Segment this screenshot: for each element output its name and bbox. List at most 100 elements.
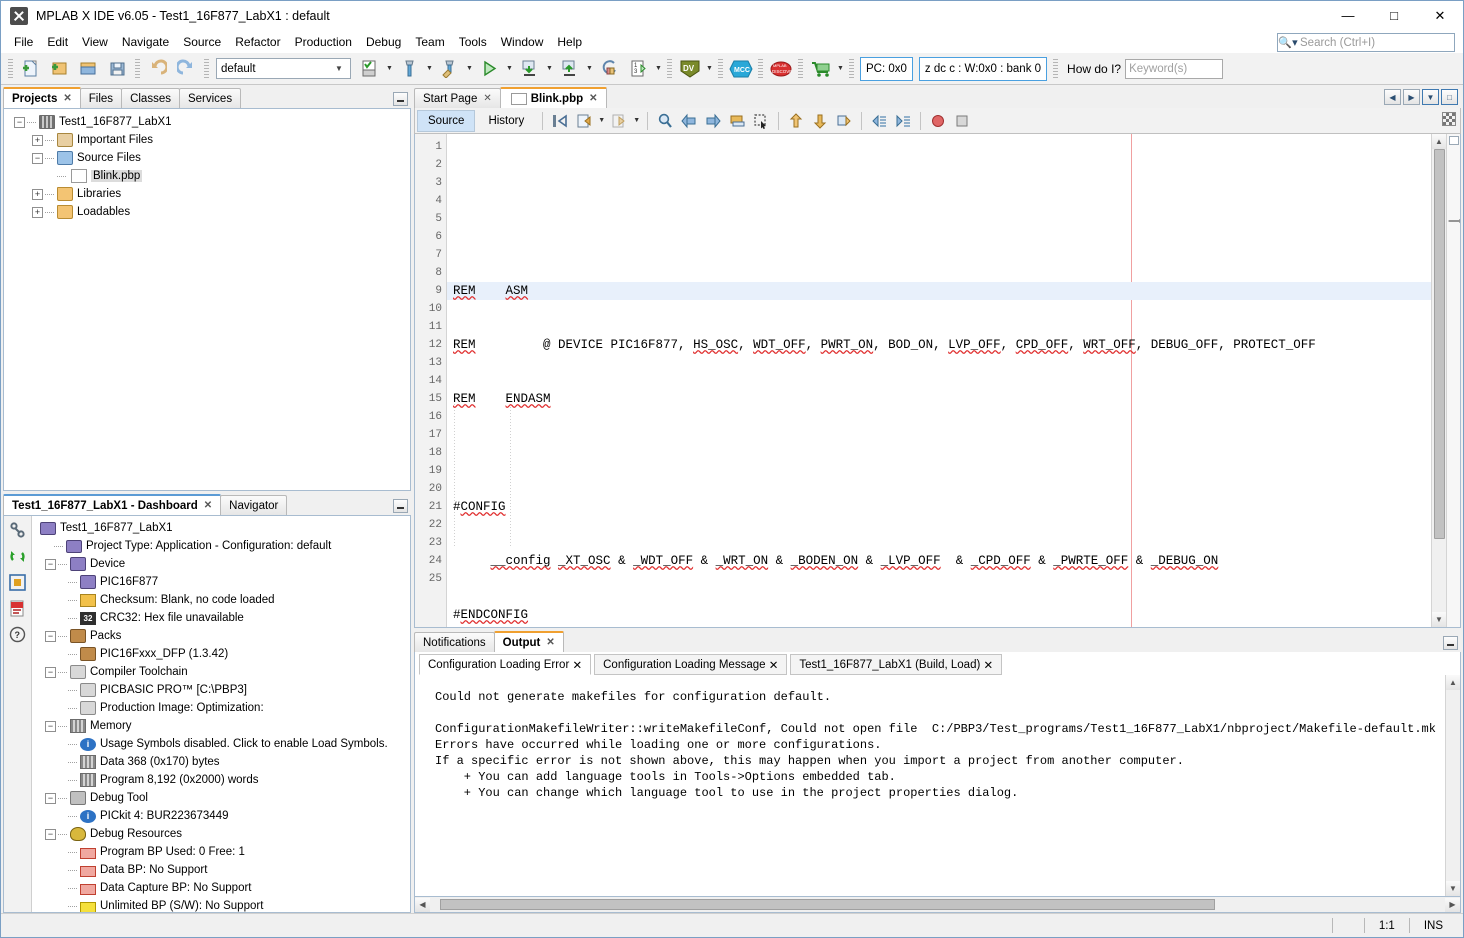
scroll-right-arrow[interactable]: ▶ <box>1445 898 1460 912</box>
expander-toolchain[interactable]: − <box>45 667 56 678</box>
tab-output-close-icon[interactable]: ✕ <box>546 637 554 648</box>
menu-view[interactable]: View <box>75 33 115 51</box>
grid-toggle-icon[interactable] <box>1442 112 1456 126</box>
clean-dropdown-caret[interactable]: ▼ <box>464 56 475 82</box>
menu-help[interactable]: Help <box>550 33 589 51</box>
expander-source-files[interactable]: − <box>32 153 43 164</box>
tab-output[interactable]: Output ✕ <box>494 631 564 652</box>
tab-blink-pbp[interactable]: Blink.pbp ✕ <box>500 87 607 108</box>
build-dropdown-caret[interactable]: ▼ <box>384 56 395 82</box>
maximize-editor-button[interactable]: □ <box>1441 89 1458 105</box>
expander-libraries[interactable]: + <box>32 189 43 200</box>
tab-dashboard[interactable]: Test1_16F877_LabX1 - Dashboard ✕ <box>3 494 221 515</box>
insert-mode-indicator[interactable]: INS <box>1409 918 1457 933</box>
dash-node-debug-tool[interactable]: − Debug Tool <box>32 789 410 807</box>
maximize-button[interactable]: □ <box>1371 1 1417 31</box>
previous-bookmark-button[interactable] <box>677 110 701 132</box>
annotation-mark[interactable] <box>1449 136 1459 145</box>
next-error-button[interactable] <box>808 110 832 132</box>
expander-device[interactable]: − <box>45 559 56 570</box>
editor-vertical-scrollbar[interactable]: ▲ ▼ <box>1431 134 1446 627</box>
shift-left-button[interactable] <box>867 110 891 132</box>
toolbar-grip-6[interactable] <box>758 59 763 79</box>
dash-node-program-words[interactable]: Program 8,192 (0x2000) words <box>32 771 410 789</box>
set-configuration-bits-button[interactable]: 13 <box>624 56 653 82</box>
output-body[interactable]: Could not generate makefiles for configu… <box>414 675 1461 897</box>
forward-dropdown-caret[interactable]: ▼ <box>631 108 642 134</box>
configbits-dropdown-caret[interactable]: ▼ <box>653 56 664 82</box>
dash-node-device[interactable]: − Device <box>32 555 410 573</box>
global-search-box[interactable]: 🔍▾ Search (Ctrl+I) <box>1277 33 1455 52</box>
dash-node-project-type[interactable]: Project Type: Application - Configuratio… <box>32 537 410 555</box>
output-scroll-down-arrow[interactable]: ▼ <box>1446 881 1461 896</box>
new-file-button[interactable] <box>16 56 45 82</box>
back-button[interactable] <box>572 110 596 132</box>
mcc-code-configurator-button[interactable]: MCC <box>726 56 755 82</box>
expander-project[interactable]: − <box>14 117 25 128</box>
tree-node-important-files[interactable]: + Important Files <box>4 131 410 149</box>
menu-navigate[interactable]: Navigate <box>115 33 176 51</box>
debug-project-button[interactable] <box>515 56 544 82</box>
subtab-close-icon[interactable]: ✕ <box>766 658 779 672</box>
tree-node-libraries[interactable]: + Libraries <box>4 185 410 203</box>
toolbar-grip-2[interactable] <box>135 59 140 79</box>
expander-packs[interactable]: − <box>45 631 56 642</box>
keyword-search-input[interactable]: Keyword(s) <box>1125 59 1223 79</box>
last-edit-button[interactable] <box>548 110 572 132</box>
dash-node-device-part[interactable]: PIC16F877 <box>32 573 410 591</box>
scroll-left-arrow[interactable]: ◀ <box>415 898 430 912</box>
reset-dropdown-caret[interactable]: ▼ <box>584 56 595 82</box>
toggle-bookmark-button[interactable] <box>725 110 749 132</box>
dv-dropdown-caret[interactable]: ▼ <box>704 56 715 82</box>
configuration-combo[interactable]: default ▼ <box>216 58 351 79</box>
projects-minimize-button[interactable] <box>393 92 408 106</box>
debug-dropdown-caret[interactable]: ▼ <box>544 56 555 82</box>
clean-and-build-button[interactable] <box>395 56 424 82</box>
menu-refactor[interactable]: Refactor <box>228 33 287 51</box>
scroll-down-arrow[interactable]: ▼ <box>1432 612 1447 627</box>
dash-node-pack-dfp[interactable]: PIC16Fxxx_DFP (1.3.42) <box>32 645 410 663</box>
tab-notifications[interactable]: Notifications <box>414 632 495 652</box>
toolbar-grip[interactable] <box>8 59 13 79</box>
dash-node-pickit4[interactable]: i PICkit 4: BUR223673449 <box>32 807 410 825</box>
tree-node-blink-pbp[interactable]: Blink.pbp <box>4 167 410 185</box>
status-register-display[interactable]: z dc c : W:0x0 : bank 0 <box>919 57 1047 81</box>
new-project-button[interactable] <box>45 56 74 82</box>
rectangular-selection-button[interactable] <box>749 110 773 132</box>
toolbar-grip-5[interactable] <box>718 59 723 79</box>
editor-view-source[interactable]: Source <box>417 110 475 132</box>
tab-start-page-close-icon[interactable]: ✕ <box>483 93 491 104</box>
scroll-up-arrow[interactable]: ▲ <box>1432 134 1447 149</box>
subtab-configuration-loading-error[interactable]: Configuration Loading Error ✕ <box>419 654 591 675</box>
menu-tools[interactable]: Tools <box>452 33 494 51</box>
dash-node-memory[interactable]: − Memory <box>32 717 410 735</box>
forward-button[interactable] <box>607 110 631 132</box>
expander-loadables[interactable]: + <box>32 207 43 218</box>
dash-node-checksum[interactable]: Checksum: Blank, no code loaded <box>32 591 410 609</box>
dash-node-crc32[interactable]: 32 CRC32: Hex file unavailable <box>32 609 410 627</box>
tab-services[interactable]: Services <box>179 88 241 108</box>
dash-node-toolchain[interactable]: − Compiler Toolchain <box>32 663 410 681</box>
tab-classes[interactable]: Classes <box>121 88 180 108</box>
pc-register-display[interactable]: PC: 0x0 <box>860 57 913 81</box>
run-dropdown-caret[interactable]: ▼ <box>504 56 515 82</box>
toolbar-grip-7[interactable] <box>798 59 803 79</box>
menu-production[interactable]: Production <box>288 33 359 51</box>
tab-projects-close-icon[interactable]: ✕ <box>63 93 71 104</box>
purchase-cart-button[interactable] <box>806 56 835 82</box>
output-scroll-up-arrow[interactable]: ▲ <box>1446 675 1461 690</box>
tab-blink-pbp-close-icon[interactable]: ✕ <box>589 93 597 104</box>
menu-source[interactable]: Source <box>176 33 228 51</box>
refresh-debug-icon[interactable] <box>8 546 28 566</box>
tab-start-page[interactable]: Start Page ✕ <box>414 88 501 108</box>
shift-right-button[interactable] <box>891 110 915 132</box>
tree-node-source-files[interactable]: − Source Files <box>4 149 410 167</box>
dash-node-unlimited-bp[interactable]: Unlimited BP (S/W): No Support <box>32 897 410 912</box>
tab-files[interactable]: Files <box>80 88 122 108</box>
next-bookmark-button[interactable] <box>701 110 725 132</box>
dash-node-data-bytes[interactable]: Data 368 (0x170) bytes <box>32 753 410 771</box>
build-project-button[interactable] <box>355 56 384 82</box>
editor-scroll-thumb[interactable] <box>1434 149 1445 539</box>
menu-team[interactable]: Team <box>408 33 451 51</box>
expander-debug-tool[interactable]: − <box>45 793 56 804</box>
